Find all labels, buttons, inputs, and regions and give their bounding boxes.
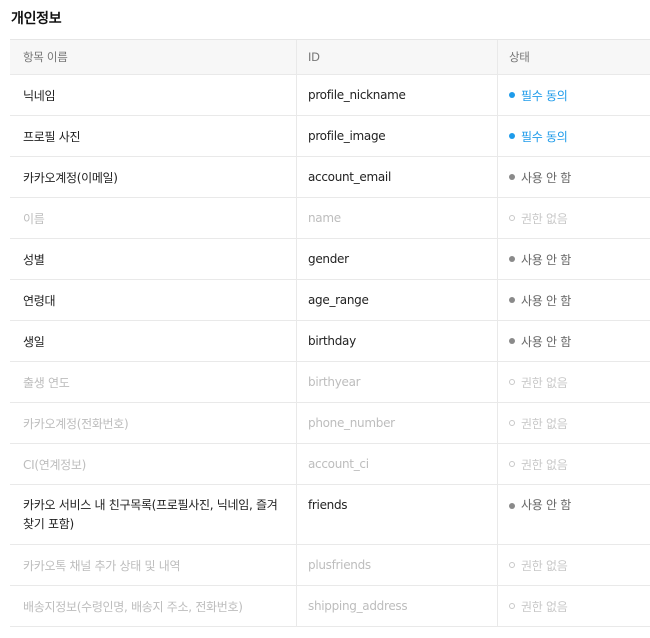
item-status-cell: 권한 없음 bbox=[497, 198, 650, 238]
status-no-permission: 권한 없음 bbox=[509, 598, 568, 615]
table-row: 출생 연도 birthyear 권한 없음 bbox=[10, 362, 650, 403]
status-label: 사용 안 함 bbox=[521, 334, 571, 349]
status-circle-icon bbox=[509, 379, 515, 385]
status-label: 권한 없음 bbox=[521, 457, 568, 472]
status-no-permission: 권한 없음 bbox=[509, 415, 568, 432]
status-label: 사용 안 함 bbox=[521, 252, 571, 267]
table-row: 카카오계정(이메일) account_email 사용 안 함 bbox=[10, 157, 650, 198]
status-dot-icon bbox=[509, 256, 515, 262]
item-id: plusfriends bbox=[296, 545, 497, 585]
item-status-cell: 권한 없음 bbox=[497, 403, 650, 443]
status-unused: 사용 안 함 bbox=[509, 496, 571, 515]
item-name: 닉네임 bbox=[23, 88, 56, 103]
header-id: ID bbox=[296, 40, 497, 74]
item-id: name bbox=[296, 198, 497, 238]
item-status-cell: 권한 없음 bbox=[497, 444, 650, 484]
table-row: CI(연계정보) account_ci 권한 없음 bbox=[10, 444, 650, 485]
item-status-cell: 사용 안 함 bbox=[497, 321, 650, 361]
table-header-row: 항목 이름 ID 상태 bbox=[10, 40, 650, 75]
item-status-cell: 권한 없음 bbox=[497, 545, 650, 585]
item-status-cell: 사용 안 함 bbox=[497, 280, 650, 320]
item-id: birthyear bbox=[296, 362, 497, 402]
status-no-permission: 권한 없음 bbox=[509, 374, 568, 391]
item-status-cell: 사용 안 함 bbox=[497, 239, 650, 279]
table-row: 카카오 서비스 내 친구목록(프로필사진, 닉네임, 즐겨찾기 포함) frie… bbox=[10, 485, 650, 545]
item-name: 이름 bbox=[23, 211, 45, 226]
item-name: 성별 bbox=[23, 252, 45, 267]
status-label: 사용 안 함 bbox=[521, 293, 571, 308]
status-dot-icon bbox=[509, 174, 515, 180]
table-row: 카카오톡 채널 추가 상태 및 내역 plusfriends 권한 없음 bbox=[10, 545, 650, 586]
item-id: age_range bbox=[296, 280, 497, 320]
status-required: 필수 동의 bbox=[509, 87, 568, 104]
personal-info-table: 항목 이름 ID 상태 닉네임 profile_nickname 필수 동의 프… bbox=[10, 39, 650, 627]
status-label: 사용 안 함 bbox=[521, 498, 571, 512]
item-id: shipping_address bbox=[296, 586, 497, 626]
item-name: 카카오 서비스 내 친구목록(프로필사진, 닉네임, 즐겨찾기 포함) bbox=[23, 498, 278, 531]
status-dot-icon bbox=[509, 133, 515, 139]
item-id: profile_nickname bbox=[296, 75, 497, 115]
item-status-cell: 필수 동의 bbox=[497, 116, 650, 156]
status-unused: 사용 안 함 bbox=[509, 169, 571, 186]
item-id: friends bbox=[296, 485, 497, 544]
status-dot-icon bbox=[509, 502, 515, 509]
status-label: 사용 안 함 bbox=[521, 170, 571, 185]
header-item-name: 항목 이름 bbox=[23, 50, 68, 64]
item-id: phone_number bbox=[296, 403, 497, 443]
item-name: 카카오계정(이메일) bbox=[23, 170, 118, 185]
item-status-cell: 사용 안 함 bbox=[497, 485, 650, 544]
status-required: 필수 동의 bbox=[509, 128, 568, 145]
item-name: 출생 연도 bbox=[23, 375, 70, 390]
status-dot-icon bbox=[509, 297, 515, 303]
status-circle-icon bbox=[509, 215, 515, 221]
item-id: profile_image bbox=[296, 116, 497, 156]
section-title: 개인정보 bbox=[11, 11, 62, 27]
item-status-cell: 권한 없음 bbox=[497, 362, 650, 402]
status-circle-icon bbox=[509, 562, 515, 568]
item-name: 배송지정보(수령인명, 배송지 주소, 전화번호) bbox=[23, 599, 243, 614]
status-no-permission: 권한 없음 bbox=[509, 456, 568, 473]
item-id: account_email bbox=[296, 157, 497, 197]
item-name: 연령대 bbox=[23, 293, 56, 308]
table-row: 배송지정보(수령인명, 배송지 주소, 전화번호) shipping_addre… bbox=[10, 586, 650, 627]
status-no-permission: 권한 없음 bbox=[509, 557, 568, 574]
status-label: 권한 없음 bbox=[521, 375, 568, 390]
item-status-cell: 필수 동의 bbox=[497, 75, 650, 115]
item-status-cell: 사용 안 함 bbox=[497, 157, 650, 197]
status-circle-icon bbox=[509, 461, 515, 467]
status-dot-icon bbox=[509, 338, 515, 344]
item-name: 카카오계정(전화번호) bbox=[23, 416, 129, 431]
status-unused: 사용 안 함 bbox=[509, 333, 571, 350]
header-status: 상태 bbox=[497, 40, 650, 74]
table-row: 이름 name 권한 없음 bbox=[10, 198, 650, 239]
status-label: 권한 없음 bbox=[521, 211, 568, 226]
table-row: 프로필 사진 profile_image 필수 동의 bbox=[10, 116, 650, 157]
status-label: 필수 동의 bbox=[521, 88, 568, 103]
status-circle-icon bbox=[509, 603, 515, 609]
item-status-cell: 권한 없음 bbox=[497, 586, 650, 626]
item-name: CI(연계정보) bbox=[23, 457, 87, 472]
status-label: 필수 동의 bbox=[521, 129, 568, 144]
item-id: account_ci bbox=[296, 444, 497, 484]
status-circle-icon bbox=[509, 420, 515, 426]
item-name: 프로필 사진 bbox=[23, 129, 81, 144]
item-name: 생일 bbox=[23, 334, 45, 349]
table-row: 카카오계정(전화번호) phone_number 권한 없음 bbox=[10, 403, 650, 444]
item-id: birthday bbox=[296, 321, 497, 361]
item-id: gender bbox=[296, 239, 497, 279]
status-label: 권한 없음 bbox=[521, 558, 568, 573]
status-label: 권한 없음 bbox=[521, 599, 568, 614]
status-unused: 사용 안 함 bbox=[509, 292, 571, 309]
status-label: 권한 없음 bbox=[521, 416, 568, 431]
table-row: 성별 gender 사용 안 함 bbox=[10, 239, 650, 280]
table-row: 닉네임 profile_nickname 필수 동의 bbox=[10, 75, 650, 116]
status-dot-icon bbox=[509, 92, 515, 98]
status-no-permission: 권한 없음 bbox=[509, 210, 568, 227]
table-row: 생일 birthday 사용 안 함 bbox=[10, 321, 650, 362]
status-unused: 사용 안 함 bbox=[509, 251, 571, 268]
item-name: 카카오톡 채널 추가 상태 및 내역 bbox=[23, 558, 181, 573]
table-row: 연령대 age_range 사용 안 함 bbox=[10, 280, 650, 321]
